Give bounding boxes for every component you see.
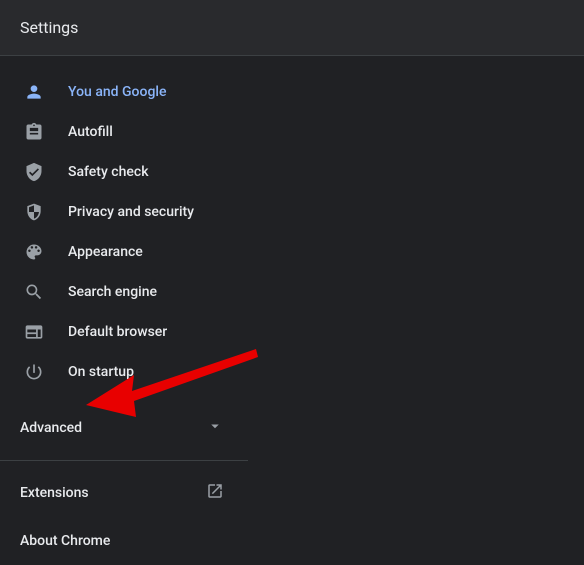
palette-icon: [24, 242, 44, 262]
sidebar-item-you-and-google[interactable]: You and Google: [0, 72, 248, 112]
sidebar-advanced-toggle[interactable]: Advanced: [0, 404, 248, 452]
safety-check-icon: [24, 162, 44, 182]
sidebar-item-search-engine[interactable]: Search engine: [0, 272, 248, 312]
extensions-label: Extensions: [20, 485, 89, 501]
sidebar-item-privacy-security[interactable]: Privacy and security: [0, 192, 248, 232]
open-in-new-icon: [206, 482, 224, 504]
search-icon: [24, 282, 44, 302]
person-icon: [24, 82, 44, 102]
about-label: About Chrome: [20, 533, 110, 549]
sidebar-item-default-browser[interactable]: Default browser: [0, 312, 248, 352]
sidebar-about-chrome[interactable]: About Chrome: [0, 517, 248, 565]
autofill-icon: [24, 122, 44, 142]
sidebar-item-label: You and Google: [68, 84, 166, 100]
sidebar-extensions[interactable]: Extensions: [0, 469, 248, 517]
sidebar-item-label: Autofill: [68, 124, 113, 140]
page-title: Settings: [20, 18, 78, 37]
settings-sidebar: You and Google Autofill Safety check Pri…: [0, 56, 248, 565]
sidebar-item-label: Safety check: [68, 164, 149, 180]
sidebar-item-on-startup[interactable]: On startup: [0, 352, 248, 392]
sidebar-item-label: Default browser: [68, 324, 167, 340]
sidebar-item-appearance[interactable]: Appearance: [0, 232, 248, 272]
browser-icon: [24, 322, 44, 342]
sidebar-item-safety-check[interactable]: Safety check: [0, 152, 248, 192]
sidebar-item-label: Search engine: [68, 284, 157, 300]
shield-icon: [24, 202, 44, 222]
sidebar-item-label: On startup: [68, 364, 134, 380]
sidebar-item-autofill[interactable]: Autofill: [0, 112, 248, 152]
advanced-label: Advanced: [20, 420, 82, 436]
chevron-down-icon: [206, 417, 224, 439]
power-icon: [24, 362, 44, 382]
divider: [0, 460, 248, 461]
sidebar-item-label: Appearance: [68, 244, 143, 260]
settings-header: Settings: [0, 0, 584, 56]
sidebar-item-label: Privacy and security: [68, 204, 194, 220]
